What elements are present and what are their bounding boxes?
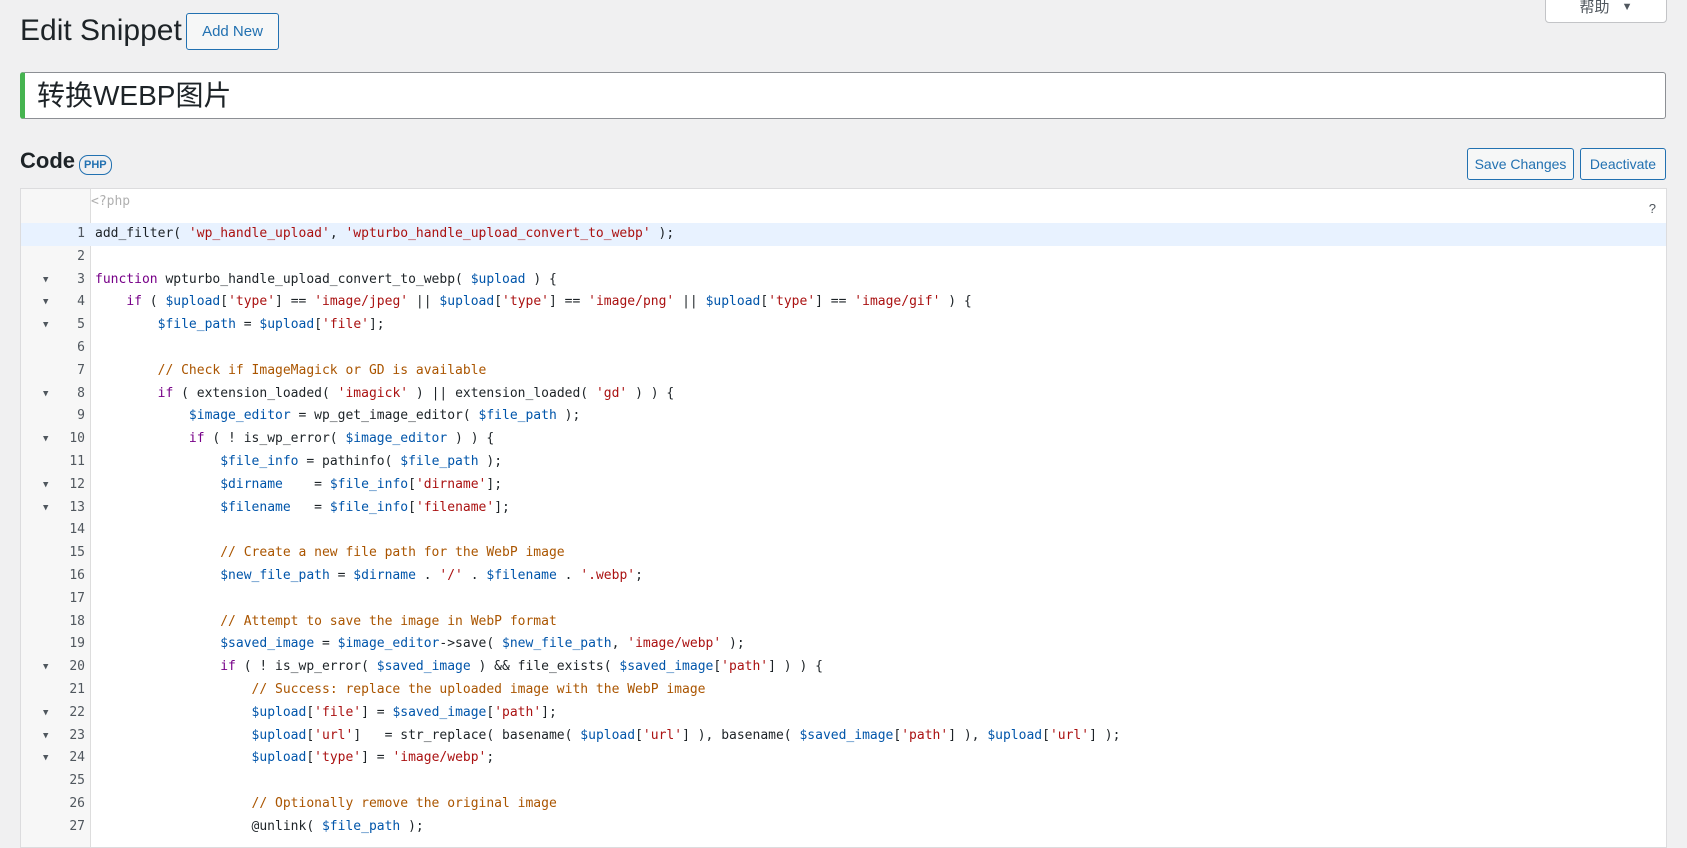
line-number: 12 xyxy=(69,476,85,492)
line-number: 19 xyxy=(69,636,85,652)
code-text[interactable]: $upload['url'] = str_replace( basename( … xyxy=(95,725,1121,748)
code-text[interactable]: $dirname = $file_info['dirname']; xyxy=(95,474,502,497)
code-line[interactable]: 16 $new_file_path = $dirname . '/' . $fi… xyxy=(21,565,1666,588)
code-text[interactable]: if ( ! is_wp_error( $image_editor ) ) { xyxy=(95,428,494,451)
language-badge: PHP xyxy=(79,155,112,175)
code-line[interactable]: ▼ 22 $upload['file'] = $saved_image['path… xyxy=(21,702,1666,725)
editor-help-icon[interactable]: ? xyxy=(1649,201,1656,216)
line-number: 24 xyxy=(69,750,85,766)
code-line[interactable]: ▼ 23 $upload['url'] = str_replace( basena… xyxy=(21,725,1666,748)
code-text[interactable]: function wpturbo_handle_upload_convert_t… xyxy=(95,269,557,292)
code-text[interactable]: if ( ! is_wp_error( $saved_image ) && fi… xyxy=(95,656,823,679)
line-number: 18 xyxy=(69,613,85,629)
code-line[interactable]: 25 xyxy=(21,770,1666,793)
code-line[interactable]: 27 @unlink( $file_path ); xyxy=(21,816,1666,839)
line-number: 5 xyxy=(77,317,85,333)
code-text[interactable]: if ( $upload['type'] == 'image/jpeg' || … xyxy=(95,291,971,314)
line-number: 17 xyxy=(69,590,85,606)
help-tab[interactable]: 帮助 ▼ xyxy=(1545,0,1667,23)
help-tab-label: 帮助 xyxy=(1579,0,1610,16)
code-line[interactable]: 11 $file_info = pathinfo( $file_path ); xyxy=(21,451,1666,474)
line-number: 8 xyxy=(77,385,85,401)
code-line[interactable]: 21 // Success: replace the uploaded imag… xyxy=(21,679,1666,702)
code-editor[interactable]: <?php ? 1 add_filter( 'wp_handle_upload',… xyxy=(20,188,1667,848)
code-line[interactable]: 18 // Attempt to save the image in WebP … xyxy=(21,611,1666,634)
code-text[interactable]: $filename = $file_info['filename']; xyxy=(95,497,510,520)
code-text[interactable]: // Attempt to save the image in WebP for… xyxy=(95,611,557,634)
code-text[interactable]: @unlink( $file_path ); xyxy=(95,816,424,839)
line-number: 16 xyxy=(69,567,85,583)
code-text[interactable]: // Check if ImageMagick or GD is availab… xyxy=(95,360,487,383)
snippet-title-input[interactable]: 转换WEBP图片 xyxy=(20,72,1666,119)
code-line[interactable]: ▼ 10 if ( ! is_wp_error( $image_editor ) … xyxy=(21,428,1666,451)
code-text[interactable]: $upload['type'] = 'image/webp'; xyxy=(95,747,495,770)
code-text[interactable]: if ( extension_loaded( 'imagick' ) || ex… xyxy=(95,383,675,406)
code-line[interactable]: 26 // Optionally remove the original ima… xyxy=(21,793,1666,816)
line-number: 27 xyxy=(69,818,85,834)
caret-down-icon: ▼ xyxy=(1621,0,1633,13)
php-open-tag: <?php xyxy=(91,194,131,209)
add-new-button[interactable]: Add New xyxy=(186,13,279,50)
line-number: 13 xyxy=(69,499,85,515)
line-number: 6 xyxy=(77,339,85,355)
code-text[interactable]: // Create a new file path for the WebP i… xyxy=(95,542,564,565)
code-line[interactable]: ▼ 24 $upload['type'] = 'image/webp'; xyxy=(21,747,1666,770)
code-text[interactable]: $upload['file'] = $saved_image['path']; xyxy=(95,702,557,725)
code-lines[interactable]: 1 add_filter( 'wp_handle_upload', 'wpturb… xyxy=(21,223,1666,839)
code-line[interactable]: ▼ 13 $filename = $file_info['filename']; xyxy=(21,497,1666,520)
line-number: 26 xyxy=(69,795,85,811)
code-line[interactable]: ▼ 12 $dirname = $file_info['dirname']; xyxy=(21,474,1666,497)
line-number: 20 xyxy=(69,659,85,675)
line-number: 21 xyxy=(69,681,85,697)
code-line[interactable]: 17 xyxy=(21,588,1666,611)
code-line[interactable]: 19 $saved_image = $image_editor->save( $… xyxy=(21,633,1666,656)
line-number: 3 xyxy=(77,271,85,287)
line-number: 22 xyxy=(69,704,85,720)
line-number: 25 xyxy=(69,773,85,789)
code-text[interactable]: add_filter( 'wp_handle_upload', 'wpturbo… xyxy=(95,223,674,246)
code-text[interactable]: $new_file_path = $dirname . '/' . $filen… xyxy=(95,565,643,588)
code-text[interactable]: $file_info = pathinfo( $file_path ); xyxy=(95,451,502,474)
code-text[interactable]: $file_path = $upload['file']; xyxy=(95,314,385,337)
code-line[interactable]: ▼ 3 function wpturbo_handle_upload_convert… xyxy=(21,269,1666,292)
code-text[interactable]: // Success: replace the uploaded image w… xyxy=(95,679,706,702)
line-number: 1 xyxy=(77,226,85,241)
code-text[interactable]: $image_editor = wp_get_image_editor( $fi… xyxy=(95,405,580,428)
code-line[interactable]: ▼ 5 $file_path = $upload['file']; xyxy=(21,314,1666,337)
deactivate-button[interactable]: Deactivate xyxy=(1580,148,1666,180)
code-heading: Code xyxy=(20,148,75,173)
line-number: 15 xyxy=(69,545,85,561)
code-text[interactable]: $saved_image = $image_editor->save( $new… xyxy=(95,633,744,656)
code-line[interactable]: ▼ 4 if ( $upload['type'] == 'image/jpeg' … xyxy=(21,291,1666,314)
code-line[interactable]: 7 // Check if ImageMagick or GD is avail… xyxy=(21,360,1666,383)
line-number: 23 xyxy=(69,727,85,743)
code-line[interactable]: 1 add_filter( 'wp_handle_upload', 'wpturb… xyxy=(21,223,1666,246)
page-title: Edit Snippet xyxy=(20,14,182,47)
code-line[interactable]: 14 xyxy=(21,519,1666,542)
code-line[interactable]: 2 xyxy=(21,246,1666,269)
code-line[interactable]: 6 xyxy=(21,337,1666,360)
line-number: 9 xyxy=(77,408,85,424)
line-number: 2 xyxy=(77,248,85,264)
line-number: 4 xyxy=(77,294,85,310)
code-line[interactable]: ▼ 8 if ( extension_loaded( 'imagick' ) ||… xyxy=(21,383,1666,406)
line-number: 14 xyxy=(69,522,85,538)
save-changes-button[interactable]: Save Changes xyxy=(1467,148,1574,180)
line-number: 10 xyxy=(69,431,85,447)
code-line[interactable]: 9 $image_editor = wp_get_image_editor( $… xyxy=(21,405,1666,428)
code-line[interactable]: ▼ 20 if ( ! is_wp_error( $saved_image ) &… xyxy=(21,656,1666,679)
line-number: 11 xyxy=(69,453,85,469)
code-line[interactable]: 15 // Create a new file path for the Web… xyxy=(21,542,1666,565)
line-number: 7 xyxy=(77,362,85,378)
code-text[interactable]: // Optionally remove the original image xyxy=(95,793,557,816)
